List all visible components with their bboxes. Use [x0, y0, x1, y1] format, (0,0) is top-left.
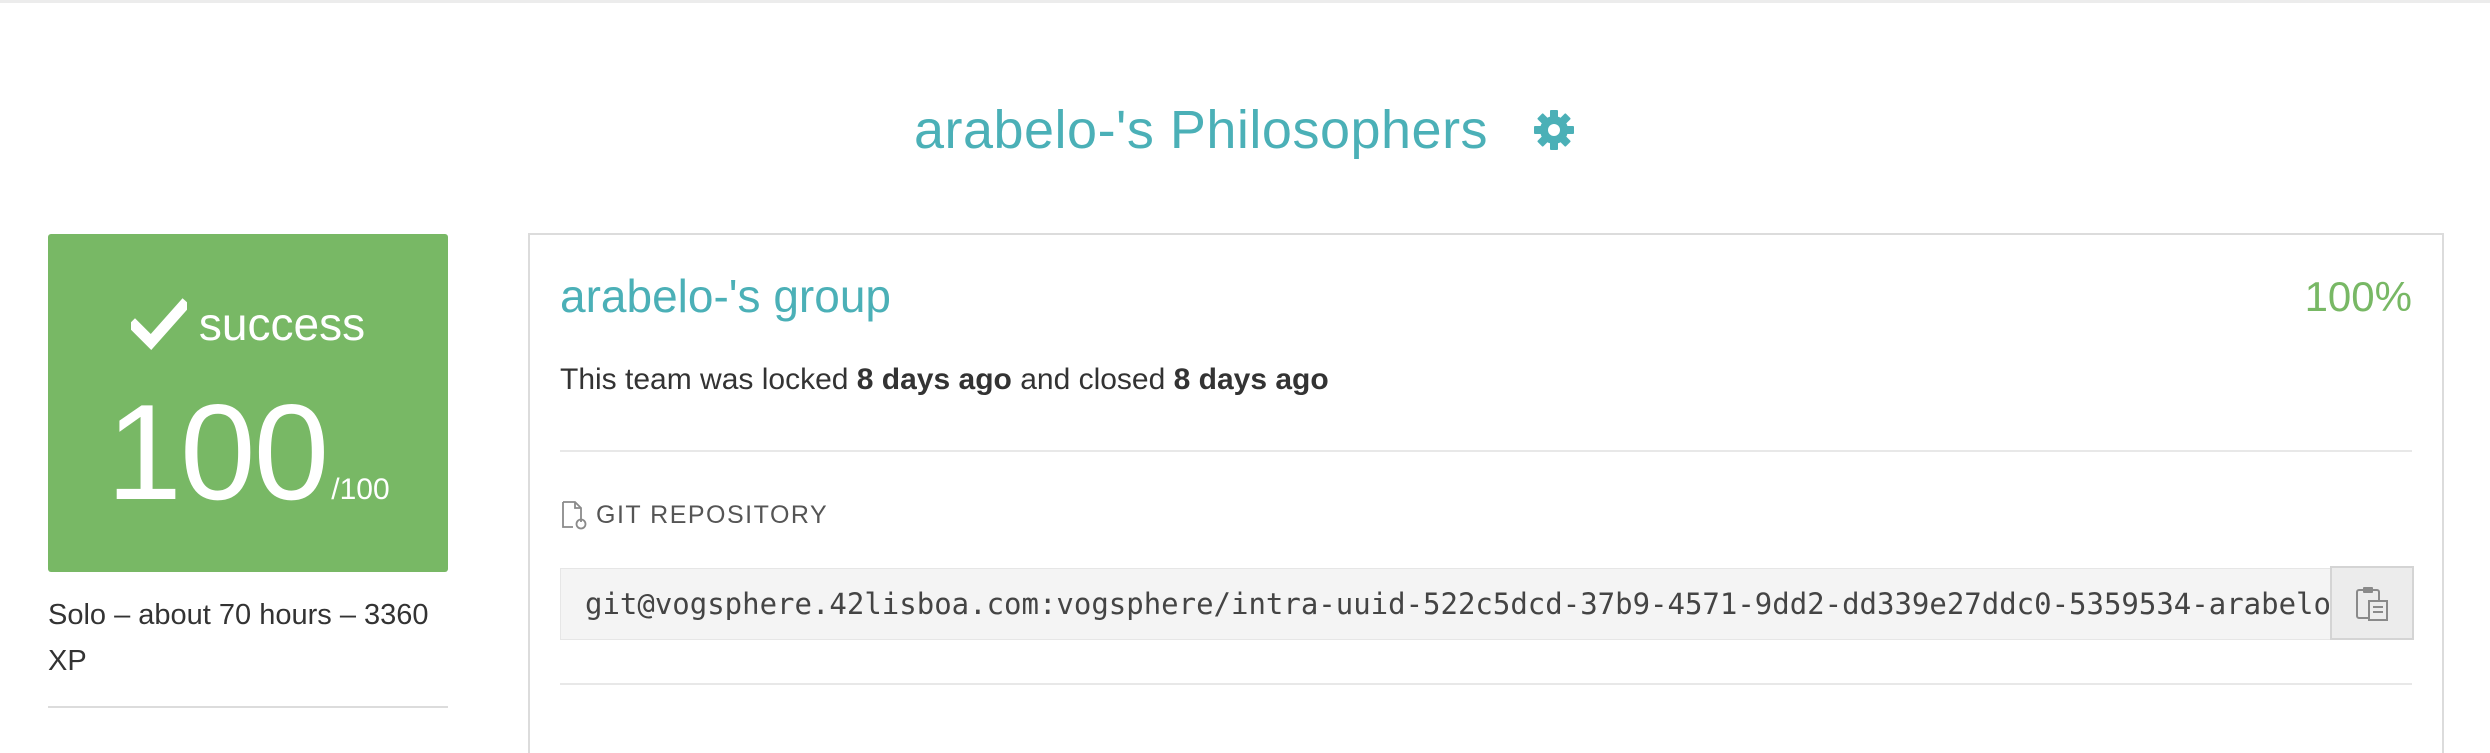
left-divider	[48, 706, 448, 708]
team-status-prefix: This team was locked	[560, 363, 857, 396]
result-card: success 100 /100	[48, 234, 448, 572]
page-title: arabelo-'s Philosophers	[913, 100, 1489, 160]
max-mark: /100	[331, 473, 390, 506]
team-status: This team was locked 8 days ago and clos…	[560, 363, 1329, 397]
divider	[560, 450, 2412, 452]
page-header: arabelo-'s Philosophers	[0, 82, 2490, 178]
team-status-middle: and closed	[1011, 363, 1174, 396]
copy-repo-button[interactable]	[2330, 566, 2414, 640]
top-border	[0, 0, 2490, 3]
score-line: 100 /100	[48, 384, 448, 564]
repo-label: GIT REPOSITORY	[596, 500, 829, 529]
status-line: success	[48, 288, 448, 360]
divider	[560, 683, 2412, 685]
final-mark: 100	[106, 376, 329, 528]
document-icon	[560, 500, 588, 530]
check-icon	[127, 296, 191, 352]
clipboard-icon	[2354, 584, 2390, 622]
gear-icon[interactable]	[1532, 108, 1576, 152]
team-name[interactable]: arabelo-'s group	[560, 269, 891, 323]
project-meta: Solo – about 70 hours – 3360 XP	[48, 599, 429, 677]
locked-time: 8 days ago	[856, 363, 1012, 396]
closed-time: 8 days ago	[1173, 363, 1329, 396]
status-text: success	[198, 298, 366, 350]
repo-url-field[interactable]: git@vogsphere.42lisboa.com:vogsphere/int…	[560, 568, 2360, 640]
team-panel: arabelo-'s group 100% This team was lock…	[528, 233, 2444, 753]
team-percent: 100%	[2304, 273, 2412, 320]
repo-label-row: GIT REPOSITORY	[560, 495, 828, 535]
